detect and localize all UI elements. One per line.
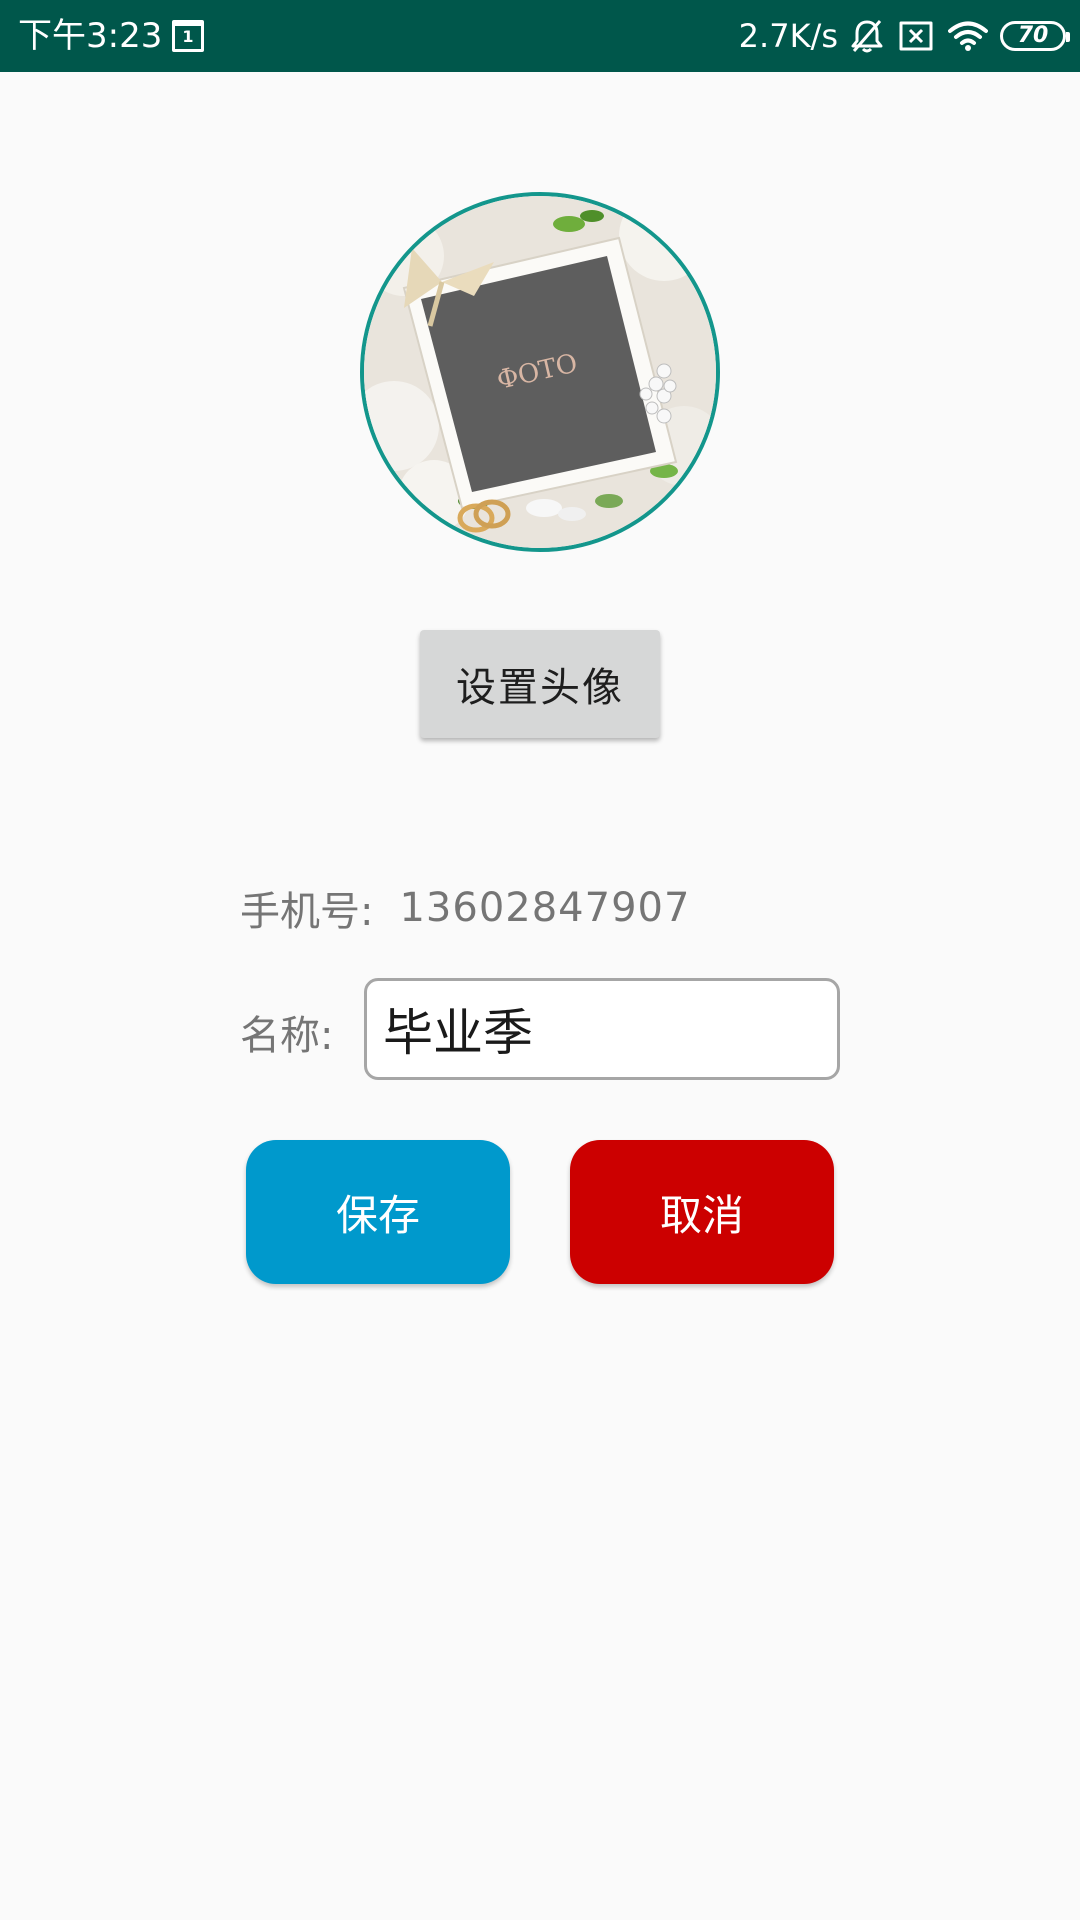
set-avatar-button[interactable]: 设置头像: [420, 630, 660, 738]
name-label: 名称:: [240, 1013, 334, 1059]
edit-profile-screen: 下午3:23 1 2.7K/s 70 ФОТО 设置头像 手机号: 136028…: [0, 0, 1080, 1920]
avatar-image: ФОТО: [360, 192, 720, 552]
battery-cap: [1066, 32, 1070, 42]
phone-value: 13602847907: [399, 885, 691, 931]
calendar-icon: 1: [172, 20, 204, 52]
status-indicators: 2.7K/s 70: [738, 14, 1070, 58]
sim-blocked-icon: [899, 21, 933, 51]
network-speed: 2.7K/s: [738, 17, 838, 55]
cancel-button[interactable]: 取消: [570, 1140, 834, 1284]
phone-row: 手机号: 13602847907: [240, 878, 690, 938]
wifi-icon: [948, 21, 988, 51]
battery-level: 70: [1017, 23, 1049, 48]
phone-label: 手机号:: [240, 889, 374, 935]
name-input[interactable]: [364, 978, 840, 1080]
save-button[interactable]: 保存: [246, 1140, 510, 1284]
status-time: 下午3:23: [18, 16, 163, 56]
battery-icon: 70: [1000, 21, 1070, 51]
bell-muted-icon: [851, 20, 883, 53]
status-bar: 下午3:23 1 2.7K/s 70: [0, 0, 1080, 72]
